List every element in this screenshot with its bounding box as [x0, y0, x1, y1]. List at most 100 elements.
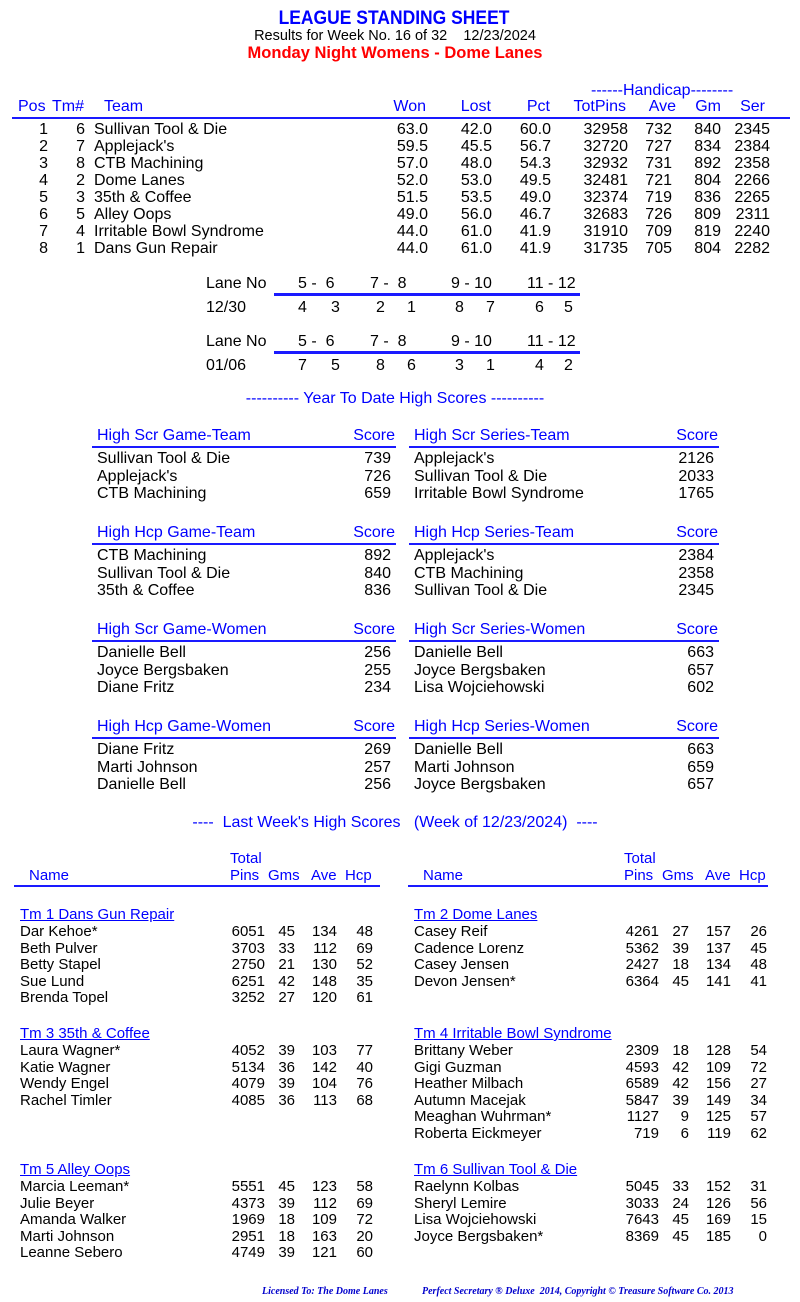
cell-team: 35th & Coffee — [94, 189, 192, 206]
ytd-score-label: Score — [353, 427, 395, 444]
ytd-score-label: Score — [353, 621, 395, 638]
cell-lost: 56.0 — [460, 206, 492, 223]
player-handicap: 41 — [750, 972, 767, 990]
ytd-entry-score: 256 — [364, 776, 391, 793]
ytd-heading: ---------- Year To Date High Scores ----… — [245, 390, 545, 407]
team-roster-title[interactable]: Tm 5 Alley Oops — [20, 1161, 130, 1178]
cell-lost: 61.0 — [460, 223, 492, 240]
team-roster-title[interactable]: Tm 2 Dome Lanes — [414, 906, 537, 923]
player-total-pins: 5045 — [625, 1178, 659, 1195]
player-handicap: 76 — [356, 1075, 373, 1093]
header-ave: Ave — [648, 98, 676, 115]
cell-ave: 721 — [645, 172, 672, 189]
player-average: 163 — [311, 1227, 337, 1245]
player-games: 27 — [672, 923, 689, 940]
player-name: Roberta Eickmeyer — [414, 1125, 542, 1142]
lane-team: 8 — [376, 357, 385, 374]
cell-ave: 719 — [645, 189, 672, 206]
cell-pos: 2 — [39, 138, 48, 155]
player-average: 121 — [311, 1244, 337, 1262]
lane-pair: 7 - 8 — [370, 275, 407, 292]
player-average: 125 — [705, 1108, 731, 1126]
lane-team: 1 — [407, 299, 416, 316]
ytd-entry-score: 726 — [364, 467, 391, 485]
cell-ave: 727 — [645, 138, 672, 155]
cell-gm: 804 — [694, 240, 721, 257]
col-hcp-label: Hcp — [739, 867, 766, 884]
player-average: 128 — [705, 1042, 731, 1059]
player-average: 130 — [311, 956, 337, 974]
cell-totpins: 31735 — [583, 240, 629, 257]
team-roster-title[interactable]: Tm 3 35th & Coffee — [20, 1025, 150, 1042]
header-gm: Gm — [695, 98, 721, 115]
player-average: 156 — [705, 1075, 731, 1093]
player-name: Betty Stapel — [20, 956, 101, 974]
player-name: Heather Milbach — [414, 1075, 524, 1093]
player-games: 45 — [672, 1227, 689, 1245]
player-total-pins: 3033 — [625, 1194, 659, 1212]
ytd-score-label: Score — [676, 718, 718, 735]
player-average: 112 — [313, 1194, 337, 1212]
player-average: 104 — [311, 1075, 337, 1093]
lane-team: 7 — [486, 299, 495, 316]
cell-won: 59.5 — [396, 138, 428, 155]
lane-team: 3 — [455, 357, 464, 374]
player-handicap: 26 — [750, 923, 767, 940]
ytd-score-label: Score — [676, 524, 718, 541]
player-games: 6 — [680, 1125, 689, 1142]
cell-totpins: 32720 — [583, 138, 629, 155]
player-games: 42 — [672, 1058, 689, 1076]
player-name: Cadence Lorenz — [414, 939, 525, 957]
player-name: Beth Pulver — [20, 939, 98, 957]
cell-won: 44.0 — [396, 240, 428, 257]
lane-pair: 9 - 10 — [451, 275, 492, 292]
player-games: 39 — [278, 1244, 295, 1262]
player-name: Casey Reif — [414, 923, 488, 940]
cell-team: Dome Lanes — [94, 172, 185, 189]
standings-header-rule — [12, 117, 790, 119]
player-games: 36 — [278, 1058, 295, 1076]
player-name: Meaghan Wuhrman* — [414, 1108, 552, 1126]
ytd-entry-score: 255 — [364, 661, 391, 679]
cell-tm: 6 — [76, 121, 85, 138]
cell-tm: 3 — [76, 189, 85, 206]
player-games: 39 — [278, 1075, 295, 1093]
lane-date: 01/06 — [206, 357, 247, 374]
team-roster-title[interactable]: Tm 4 Irritable Bowl Syndrome — [414, 1025, 612, 1042]
cell-ser: 2384 — [734, 138, 770, 155]
cell-won: 49.0 — [396, 206, 428, 223]
player-total-pins: 2951 — [231, 1227, 265, 1245]
player-average: 103 — [311, 1042, 337, 1059]
ytd-entry-score: 234 — [364, 679, 391, 696]
player-handicap: 0 — [758, 1227, 767, 1245]
ytd-rule — [409, 640, 719, 642]
cell-gm: 804 — [694, 172, 721, 189]
lane-pair: 9 - 10 — [451, 333, 492, 350]
ytd-entry-score: 663 — [687, 741, 714, 758]
cell-pos: 1 — [39, 121, 48, 138]
player-total-pins: 8369 — [625, 1227, 659, 1245]
player-handicap: 20 — [356, 1227, 373, 1245]
team-roster-title[interactable]: Tm 1 Dans Gun Repair — [20, 906, 174, 923]
lane-team: 4 — [298, 299, 307, 316]
player-name: Amanda Walker — [20, 1211, 127, 1229]
player-name: Wendy Engel — [20, 1075, 109, 1093]
cell-pos: 7 — [39, 223, 48, 240]
cell-totpins: 32958 — [583, 121, 629, 138]
team-roster-title[interactable]: Tm 6 Sullivan Tool & Die — [414, 1161, 577, 1178]
cell-totpins: 32683 — [583, 206, 629, 223]
cell-tm: 1 — [76, 240, 85, 257]
player-name: Joyce Bergsbaken* — [414, 1227, 544, 1245]
header-won: Won — [393, 98, 426, 115]
ytd-entry-score: 257 — [364, 758, 391, 776]
cell-ave: 709 — [645, 223, 672, 240]
cell-won: 57.0 — [396, 155, 428, 172]
player-name: Marcia Leeman* — [20, 1178, 130, 1195]
player-games: 42 — [278, 972, 295, 990]
player-total-pins: 1969 — [231, 1211, 265, 1229]
player-name: Rachel Timler — [20, 1091, 112, 1109]
cell-won: 44.0 — [396, 223, 428, 240]
lane-team: 3 — [331, 299, 340, 316]
player-total-pins: 3252 — [231, 989, 265, 1007]
lane-team: 1 — [486, 357, 495, 374]
